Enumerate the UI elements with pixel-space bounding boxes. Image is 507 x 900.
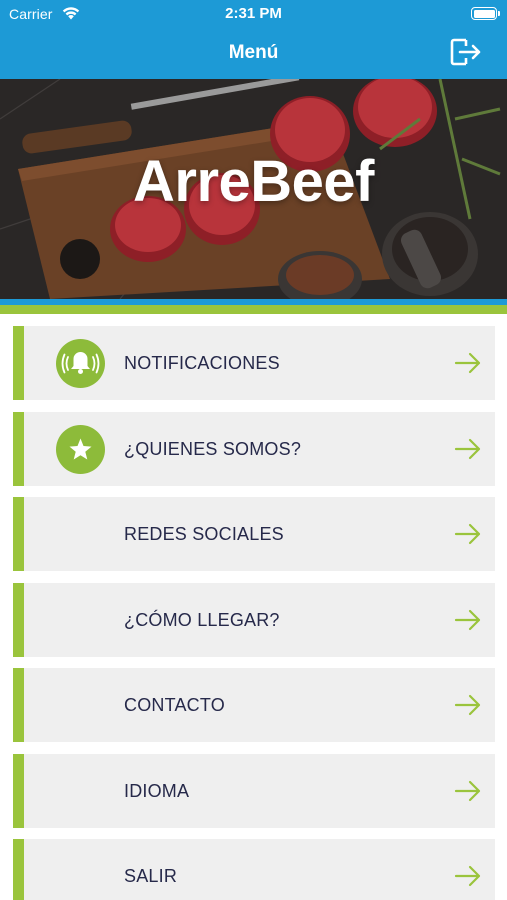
page-title: Menú xyxy=(228,42,279,63)
menu-item-idioma[interactable]: IDIOMA xyxy=(13,753,495,828)
menu-item-salir[interactable]: SALIR xyxy=(13,839,495,900)
menu-item-label: CONTACTO xyxy=(124,695,225,715)
menu-item-label: ¿QUIENES SOMOS? xyxy=(124,438,302,459)
hero-banner: ArreBeef xyxy=(0,79,507,299)
battery-icon xyxy=(471,7,500,20)
arrow-right-icon xyxy=(454,865,481,887)
menu-item-label: IDIOMA xyxy=(124,780,190,801)
top-bar: Carrier 2:31 PM Menú xyxy=(0,0,507,79)
menu-item-label: REDES SOCIALES xyxy=(124,524,284,544)
arrow-right-icon xyxy=(454,780,481,801)
bell-icon xyxy=(56,339,105,388)
arrow-right-icon xyxy=(454,352,481,374)
menu-item-label: SALIR xyxy=(124,866,178,886)
clock: 2:31 PM xyxy=(225,5,282,22)
menu-item-redes-sociales[interactable]: REDES SOCIALES xyxy=(13,497,495,571)
arrow-right-icon xyxy=(454,523,481,545)
menu-item-como-llegar[interactable]: ¿CÓMO LLEGAR? xyxy=(13,582,495,657)
logout-icon[interactable] xyxy=(449,37,483,67)
star-icon xyxy=(56,424,105,474)
menu-item-quienes-somos[interactable]: ¿QUIENES SOMOS? xyxy=(13,411,495,486)
brand-title: ArreBeef xyxy=(133,149,375,214)
arrow-right-icon xyxy=(454,609,481,630)
menu-item-notificaciones[interactable]: NOTIFICACIONES xyxy=(13,326,495,400)
menu-item-label: ¿CÓMO LLEGAR? xyxy=(124,609,280,630)
menu-item-contacto[interactable]: CONTACTO xyxy=(13,668,495,742)
menu-item-label: NOTIFICACIONES xyxy=(124,353,280,373)
arrow-right-icon xyxy=(454,438,481,459)
menu-list: NOTIFICACIONES ¿QUIENES SOMOS? REDES SOC… xyxy=(13,326,495,900)
arrow-right-icon xyxy=(454,694,481,716)
status-bar: Carrier 2:31 PM xyxy=(0,0,507,28)
divider-green xyxy=(0,305,507,314)
